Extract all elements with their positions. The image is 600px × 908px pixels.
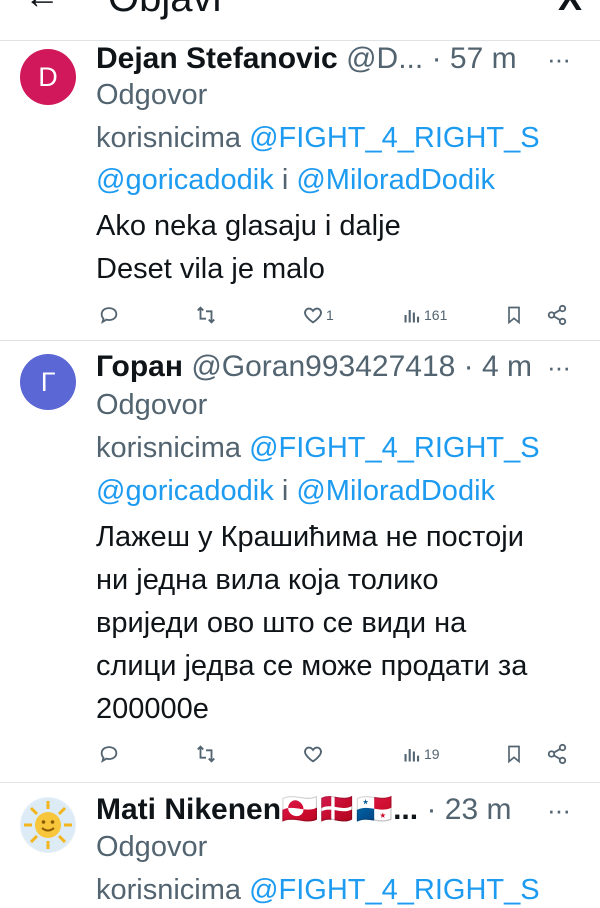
top-bar: ← Objavi X <box>0 0 600 41</box>
tweet-time[interactable]: · 23 m <box>426 793 511 826</box>
views-count: 19 <box>424 746 440 762</box>
reply-tweet[interactable]: Г Горан @Goran993427418 · 4 m ··· Odgovo… <box>0 341 600 783</box>
bookmark-button[interactable] <box>504 739 524 769</box>
reply-prefix: Odgovor <box>96 79 208 111</box>
reply-to-text: korisnicima <box>96 432 242 464</box>
views-bar-chart-icon <box>404 749 420 762</box>
reply-to-line: korisnicima @FIGHT_4_RIGHT_S <box>96 430 540 466</box>
share-icon <box>547 743 567 765</box>
and-text: i <box>281 475 289 507</box>
views-button[interactable]: 19 <box>402 739 440 769</box>
mention-link[interactable]: @MiloradDodik <box>296 475 495 507</box>
tweet-header: Горан @Goran993427418 · 4 m ··· <box>96 349 600 385</box>
reply-to-text: korisnicima <box>96 874 242 906</box>
tweet-time[interactable]: · 57 m <box>432 42 517 75</box>
avatar[interactable]: Г <box>20 354 76 410</box>
reply-to-line-2: @goricadodik i @MiloradDodik <box>96 162 495 198</box>
reply-to-line: korisnicima @FIGHT_4_RIGHT_S <box>96 872 540 908</box>
mention-link[interactable]: @goricadodik <box>96 475 274 507</box>
bookmark-icon <box>508 306 520 325</box>
tweet-time[interactable]: · 4 m <box>464 350 532 383</box>
repost-icon <box>197 745 215 763</box>
x-logo-icon[interactable]: X <box>558 0 582 16</box>
author-name[interactable]: Mati Nikenen🇬🇱🇩🇰🇵🇦... <box>96 793 418 826</box>
tweet-text-line: 200000е <box>96 693 209 725</box>
avatar[interactable]: D <box>20 49 76 105</box>
reply-label: Odgovor <box>96 77 207 113</box>
tweet-text-line: слици једва се може продати за <box>96 650 528 682</box>
avatar[interactable] <box>20 797 76 853</box>
avatar-letter: Г <box>40 366 56 397</box>
author-handle[interactable]: @D... <box>346 42 423 75</box>
avatar-letter: D <box>38 61 58 92</box>
heart-icon <box>304 746 322 763</box>
tweet-text-line: ни једна вила која толико <box>96 564 439 596</box>
share-icon <box>547 304 567 326</box>
reply-to-line: korisnicima @FIGHT_4_RIGHT_S <box>96 120 540 156</box>
tweet-header: Mati Nikenen🇬🇱🇩🇰🇵🇦... · 23 m ··· <box>96 792 600 828</box>
repost-icon <box>197 306 215 324</box>
views-button[interactable]: 161 <box>402 300 447 330</box>
tweet-text-line: Deset vila je malo <box>96 253 325 285</box>
reply-to-line-2: @goricadodik i @MiloradDodik <box>96 473 495 509</box>
more-options-icon[interactable]: ··· <box>547 792 571 828</box>
author-name[interactable]: Dejan Stefanovic <box>96 42 338 75</box>
reply-prefix: Odgovor <box>96 831 208 863</box>
tweet-header: Dejan Stefanovic @D... · 57 m ··· <box>96 41 600 77</box>
back-arrow-icon[interactable]: ← <box>24 0 60 14</box>
action-bar: 19 <box>96 739 576 769</box>
reply-label: Odgovor <box>96 829 207 865</box>
reply-tweet[interactable]: Mati Nikenen🇬🇱🇩🇰🇵🇦... · 23 m ··· Odgovor… <box>0 783 600 906</box>
repost-button[interactable] <box>194 300 218 330</box>
share-button[interactable] <box>546 300 568 330</box>
like-count: 1 <box>326 307 334 323</box>
mention-link[interactable]: @FIGHT_4_RIGHT_S <box>249 874 540 906</box>
mention-link[interactable]: @FIGHT_4_RIGHT_S <box>249 432 540 464</box>
bookmark-button[interactable] <box>504 300 524 330</box>
mention-link[interactable]: @MiloradDodik <box>296 164 495 196</box>
bookmark-icon <box>508 745 520 764</box>
reply-tweet[interactable]: D Dejan Stefanovic @D... · 57 m ··· Odgo… <box>0 41 600 341</box>
reply-icon <box>100 307 118 324</box>
reply-label: Odgovor <box>96 387 207 423</box>
tweet-text-line: Лажеш у Крашићима не постоји <box>96 521 524 553</box>
share-button[interactable] <box>546 739 568 769</box>
action-bar: 1 161 <box>96 300 576 330</box>
mention-link[interactable]: @goricadodik <box>96 164 274 196</box>
tweet-text-line: вриједи ово што се види на <box>96 607 467 639</box>
heart-icon <box>304 307 322 324</box>
reply-to-text: korisnicima <box>96 122 242 154</box>
author-name[interactable]: Горан <box>96 350 183 383</box>
reply-prefix: Odgovor <box>96 389 208 421</box>
like-button[interactable]: 1 <box>302 300 334 330</box>
like-button[interactable] <box>302 739 326 769</box>
mention-link[interactable]: @FIGHT_4_RIGHT_S <box>249 122 540 154</box>
author-handle[interactable]: @Goran993427418 <box>191 350 455 383</box>
and-text: i <box>281 164 289 196</box>
tweet-text-line: Ako neka glasaju i dalje <box>96 210 401 242</box>
reply-button[interactable] <box>98 300 120 330</box>
repost-button[interactable] <box>194 739 218 769</box>
reply-icon <box>100 746 118 763</box>
more-options-icon[interactable]: ··· <box>547 41 571 77</box>
more-options-icon[interactable]: ··· <box>547 349 571 385</box>
views-count: 161 <box>424 307 448 323</box>
page-title: Objavi <box>108 0 221 18</box>
reply-button[interactable] <box>98 739 120 769</box>
views-bar-chart-icon <box>404 310 420 323</box>
sun-face-icon <box>21 798 75 852</box>
